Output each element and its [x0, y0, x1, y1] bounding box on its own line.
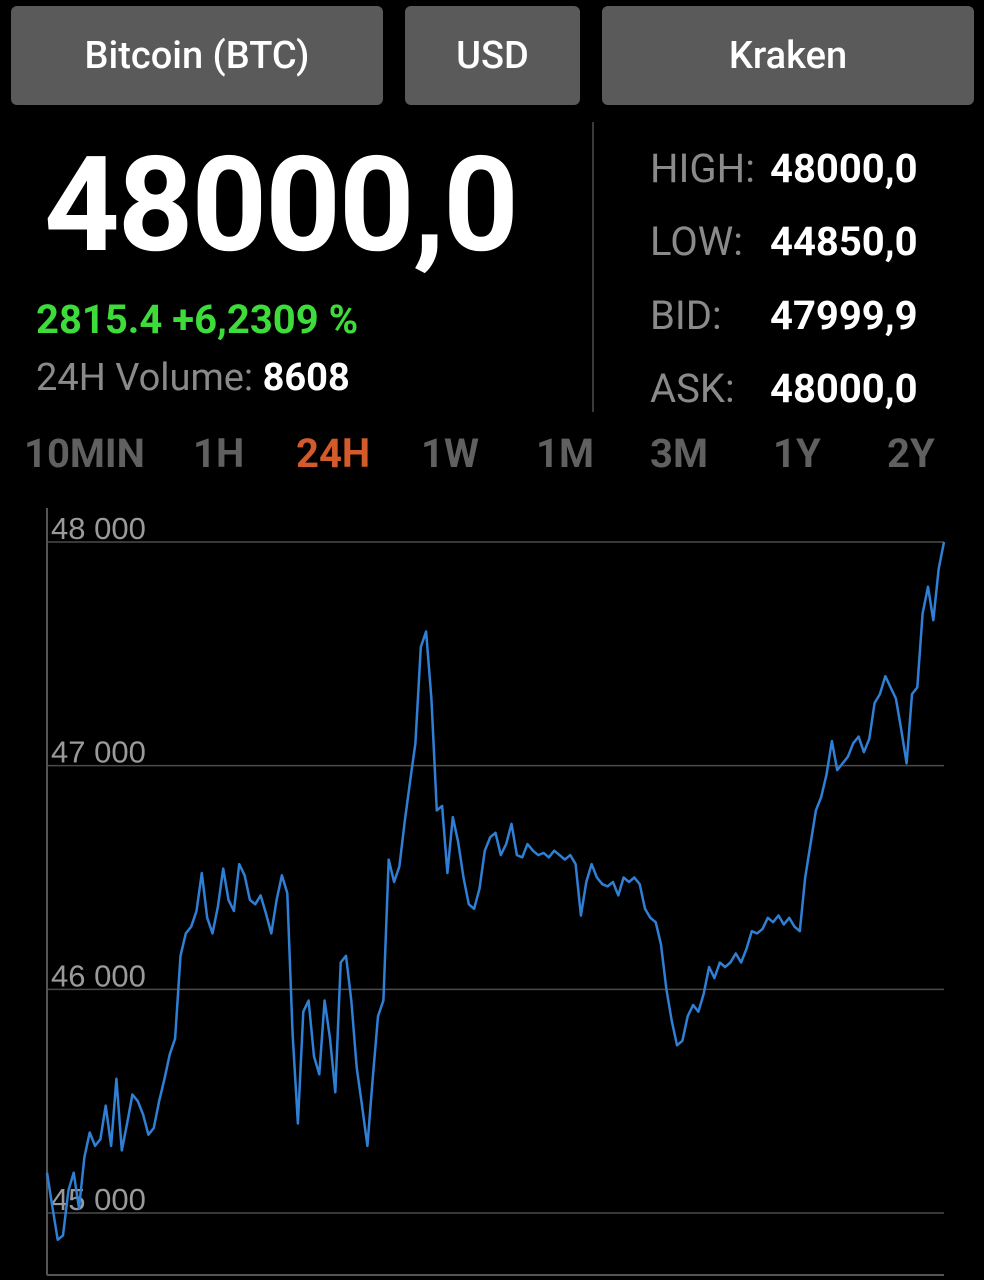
stat-value: 48000,0 [770, 145, 918, 192]
exchange-selector-button[interactable]: Kraken [602, 6, 974, 105]
coin-selector-button[interactable]: Bitcoin (BTC) [11, 6, 383, 105]
volume-value: 8608 [262, 356, 350, 400]
tab-1y[interactable]: 1Y [773, 430, 821, 477]
stats-divider [592, 122, 594, 412]
stat-value: 44850,0 [770, 218, 918, 265]
tab-24h[interactable]: 24H [296, 430, 370, 477]
volume-row: 24H Volume: 8608 [36, 356, 350, 400]
price-change: 2815.4 +6,2309 % [36, 296, 359, 343]
tab-2y[interactable]: 2Y [887, 430, 935, 477]
stat-value: 48000,0 [770, 365, 918, 412]
stat-value: 47999,9 [770, 292, 918, 339]
stat-label: BID: [650, 292, 722, 339]
tab-1h[interactable]: 1H [193, 430, 244, 477]
volume-label: 24H Volume: [36, 356, 254, 400]
tab-1w[interactable]: 1W [421, 430, 479, 477]
y-tick-label: 46 000 [51, 958, 146, 993]
stat-label: ASK: [650, 365, 735, 412]
y-tick-label: 48 000 [51, 511, 146, 546]
price-chart[interactable]: 48 00047 00046 00045 000 [0, 500, 984, 1280]
stat-label: HIGH: [650, 145, 755, 192]
tab-1m[interactable]: 1M [536, 430, 594, 477]
currency-selector-button[interactable]: USD [405, 6, 580, 105]
current-price: 48000,0 [44, 129, 519, 283]
stat-label: LOW: [650, 218, 743, 265]
y-tick-label: 47 000 [51, 735, 146, 770]
price-series-line [45, 541, 946, 1242]
tab-3m[interactable]: 3M [650, 430, 708, 477]
tab-10min[interactable]: 10MIN [24, 430, 145, 477]
